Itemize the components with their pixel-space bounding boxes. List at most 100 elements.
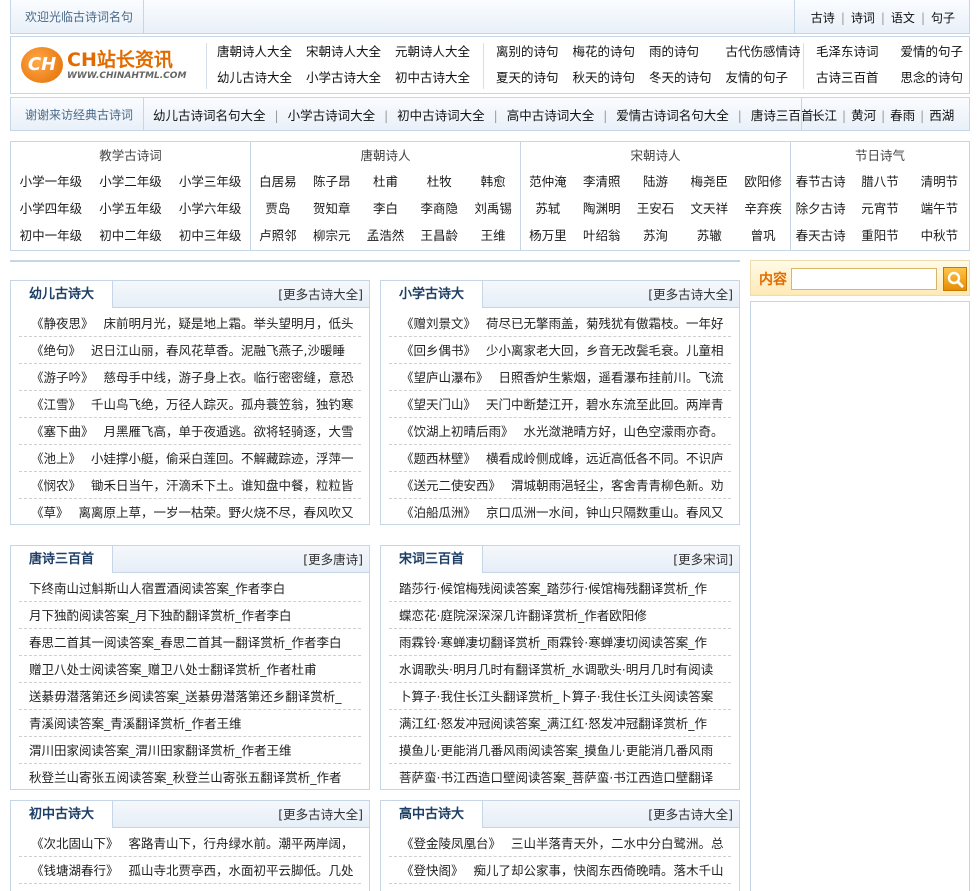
poem-item[interactable]: 《绝句》 迟日江山丽，春风花草香。泥融飞燕子,沙暖睡 [19, 337, 361, 364]
poem-item[interactable]: 《望天门山》 天门中断楚江开，碧水东流至此回。两岸青 [389, 391, 731, 418]
nav-link[interactable]: 古代伤感情诗 [726, 43, 801, 61]
river-link[interactable]: 长江 [812, 108, 837, 123]
article-link[interactable]: 满江红·怒发冲冠阅读答案_满江红·怒发冲冠翻译赏析_作 [389, 710, 731, 737]
poet-link[interactable]: 苏辙 [682, 222, 736, 249]
poem-title[interactable]: 《题西林壁》 [389, 451, 476, 466]
poem-item[interactable]: 《登高》风急天高猿啸哀，渚清沙白鸟飞回。无边落 [389, 884, 731, 891]
poem-title[interactable]: 《赠刘景文》 [389, 316, 476, 331]
poet-link[interactable]: 王维 [466, 222, 520, 249]
poem-item[interactable]: 《游子吟》 慈母手中线，游子身上衣。临行密密缝，意恐 [19, 364, 361, 391]
poet-link[interactable]: 梅尧臣 [682, 168, 736, 195]
textbook-link[interactable]: 小学三年级 [170, 168, 250, 195]
poem-title[interactable]: 《钱塘湖春行》 [19, 863, 119, 878]
poem-item[interactable]: 《归园田居》种豆南山下，草盛豆苗稀。晨兴理荒秽，带 [19, 884, 361, 891]
poem-item[interactable]: 《静夜思》 床前明月光，疑是地上霜。举头望明月，低头 [19, 310, 361, 337]
poet-link[interactable]: 范仲淹 [521, 168, 575, 195]
quick-link-shici[interactable]: 诗词 [845, 11, 881, 25]
poem-title[interactable]: 《回乡偶书》 [389, 343, 476, 358]
poet-link[interactable]: 白居易 [251, 168, 305, 195]
river-link[interactable]: 黄河 [851, 108, 876, 123]
festival-link[interactable]: 清明节 [910, 168, 969, 195]
poet-link[interactable]: 杜甫 [359, 168, 413, 195]
poet-link[interactable]: 贺知章 [305, 195, 359, 222]
nav-link[interactable]: 思念的诗句 [901, 69, 964, 87]
more-link[interactable]: [更多唐诗] [303, 546, 363, 573]
poet-link[interactable]: 卢照邻 [251, 222, 305, 249]
festival-link[interactable]: 端午节 [910, 195, 969, 222]
poet-link[interactable]: 柳宗元 [305, 222, 359, 249]
poem-title[interactable]: 《悯农》 [19, 478, 81, 493]
more-link[interactable]: [更多古诗大全] [278, 801, 363, 828]
poem-item[interactable]: 《望庐山瀑布》 日照香炉生紫烟，遥看瀑布挂前川。飞流 [389, 364, 731, 391]
nav-link[interactable]: 初中古诗大全 [395, 69, 470, 87]
poet-link[interactable]: 韩愈 [466, 168, 520, 195]
poem-title[interactable]: 《送元二使安西》 [389, 478, 501, 493]
textbook-link[interactable]: 初中二年级 [91, 222, 171, 249]
poem-title[interactable]: 《游子吟》 [19, 370, 94, 385]
poem-item[interactable]: 《江雪》 千山鸟飞绝，万径人踪灭。孤舟蓑笠翁，独钓寒 [19, 391, 361, 418]
nav-link[interactable]: 夏天的诗句 [496, 69, 559, 87]
nav-link[interactable]: 爱情的句子 [901, 43, 964, 61]
site-logo[interactable]: CH CH站长资讯 WWW.CHINAHTML.COM [21, 45, 191, 85]
article-link[interactable]: 踏莎行·候馆梅残阅读答案_踏莎行·候馆梅残翻译赏析_作 [389, 575, 731, 602]
search-input[interactable] [791, 268, 937, 290]
poet-link[interactable]: 陈子昂 [305, 168, 359, 195]
nav-link[interactable]: 古诗三百首 [816, 69, 879, 87]
poet-link[interactable]: 苏洵 [629, 222, 683, 249]
article-link[interactable]: 菩萨蛮·书江西造口壁阅读答案_菩萨蛮·书江西造口壁翻译 [389, 764, 731, 789]
quick-link-yuwen[interactable]: 语文 [885, 11, 921, 25]
subnav-link[interactable]: 爱情古诗词名句大全 [616, 108, 729, 123]
poet-link[interactable]: 贾岛 [251, 195, 305, 222]
poet-link[interactable]: 曾巩 [736, 222, 790, 249]
nav-link[interactable]: 雨的诗句 [649, 43, 712, 61]
more-link[interactable]: [更多古诗大全] [278, 281, 363, 308]
poem-title[interactable]: 《静夜思》 [19, 316, 94, 331]
festival-link[interactable]: 除夕古诗 [791, 195, 850, 222]
poet-link[interactable]: 王昌龄 [412, 222, 466, 249]
poet-link[interactable]: 辛弃疾 [736, 195, 790, 222]
poet-link[interactable]: 陶渊明 [575, 195, 629, 222]
article-link[interactable]: 摸鱼儿·更能消几番风雨阅读答案_摸鱼儿·更能消几番风雨 [389, 737, 731, 764]
more-link[interactable]: [更多古诗大全] [648, 281, 733, 308]
river-link[interactable]: 西湖 [929, 108, 954, 123]
textbook-link[interactable]: 小学五年级 [91, 195, 171, 222]
poet-link[interactable]: 刘禹锡 [466, 195, 520, 222]
article-link[interactable]: 下终南山过斛斯山人宿置酒阅读答案_作者李白 [19, 575, 361, 602]
article-link[interactable]: 秋登兰山寄张五阅读答案_秋登兰山寄张五翻译赏析_作者 [19, 764, 361, 789]
poem-item[interactable]: 《回乡偶书》 少小离家老大回，乡音无改鬓毛衰。儿童相 [389, 337, 731, 364]
poet-link[interactable]: 叶绍翁 [575, 222, 629, 249]
article-link[interactable]: 春思二首其一阅读答案_春思二首其一翻译赏析_作者李白 [19, 629, 361, 656]
subnav-link[interactable]: 幼儿古诗词名句大全 [153, 108, 266, 123]
poet-link[interactable]: 杨万里 [521, 222, 575, 249]
textbook-link[interactable]: 小学六年级 [170, 195, 250, 222]
poem-item[interactable]: 《塞下曲》 月黑雁飞高，单于夜遁逃。欲将轻骑逐，大雪 [19, 418, 361, 445]
quick-link-juzi[interactable]: 句子 [925, 11, 961, 25]
subnav-link[interactable]: 初中古诗词大全 [397, 108, 485, 123]
poet-link[interactable]: 王安石 [629, 195, 683, 222]
poem-item[interactable]: 《赠刘景文》 荷尽已无擎雨盖，菊残犹有傲霜枝。一年好 [389, 310, 731, 337]
poem-item[interactable]: 《次北固山下》 客路青山下，行舟绿水前。潮平两岸阔， [19, 830, 361, 857]
festival-link[interactable]: 中秋节 [910, 222, 969, 249]
poem-title[interactable]: 《江雪》 [19, 397, 81, 412]
poem-item[interactable]: 《悯农》 锄禾日当午，汗滴禾下土。谁知盘中餐，粒粒皆 [19, 472, 361, 499]
poem-item[interactable]: 《钱塘湖春行》 孤山寺北贾亭西，水面初平云脚低。几处 [19, 857, 361, 884]
poem-title[interactable]: 《望天门山》 [389, 397, 476, 412]
nav-link[interactable]: 唐朝诗人大全 [217, 43, 292, 61]
poet-link[interactable]: 杜牧 [412, 168, 466, 195]
nav-link[interactable]: 宋朝诗人大全 [306, 43, 381, 61]
nav-link[interactable]: 小学古诗大全 [306, 69, 381, 87]
quick-link-gushi[interactable]: 古诗 [805, 11, 841, 25]
poem-item[interactable]: 《登快阁》 痴儿了却公家事，快阁东西倚晚晴。落木千山 [389, 857, 731, 884]
nav-link[interactable]: 冬天的诗句 [649, 69, 712, 87]
nav-link[interactable]: 梅花的诗句 [573, 43, 636, 61]
poem-item[interactable]: 《题西林壁》 横看成岭侧成峰，远近高低各不同。不识庐 [389, 445, 731, 472]
poem-item[interactable]: 《泊船瓜洲》 京口瓜洲一水间，钟山只隔数重山。春风又 [389, 499, 731, 524]
nav-link[interactable]: 幼儿古诗大全 [217, 69, 292, 87]
poet-link[interactable]: 李清照 [575, 168, 629, 195]
poem-title[interactable]: 《草》 [19, 505, 69, 520]
festival-link[interactable]: 腊八节 [850, 168, 909, 195]
poem-title[interactable]: 《塞下曲》 [19, 424, 94, 439]
poet-link[interactable]: 李白 [359, 195, 413, 222]
poem-title[interactable]: 《饮湖上初晴后雨》 [389, 424, 514, 439]
poet-link[interactable]: 苏轼 [521, 195, 575, 222]
